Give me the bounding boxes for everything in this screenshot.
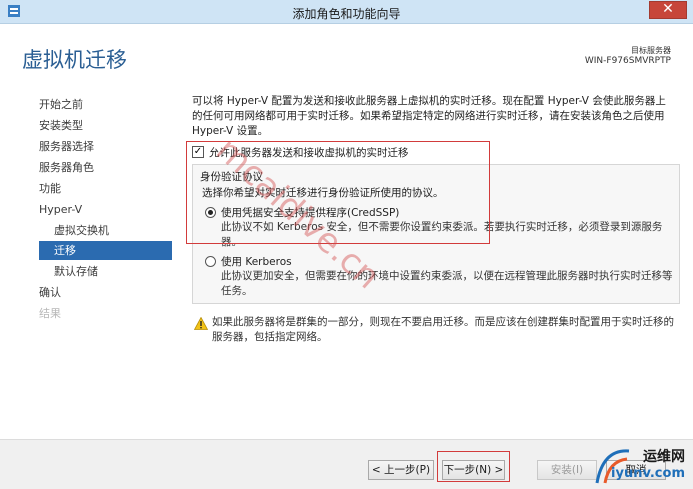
title-bar: 添加角色和功能向导 ✕: [0, 0, 693, 24]
radio-selected-dot: [208, 210, 213, 215]
page-header: 虚拟机迁移 目标服务器 WIN-F976SMVRPTP: [0, 24, 693, 86]
target-server-value: WIN-F976SMVRPTP: [584, 56, 671, 66]
nav-item-default-stores[interactable]: 默认存储: [54, 262, 98, 281]
page-title: 虚拟机迁移: [22, 48, 127, 72]
kerberos-desc: 此协议更加安全，但需要在你的环境中设置约束委派，以便在远程管理此服务器时执行实时…: [221, 270, 673, 297]
nav-item-virtual-switches[interactable]: 虚拟交换机: [54, 221, 109, 240]
wizard-nav: 开始之前 安装类型 服务器选择 服务器角色 功能 Hyper-V 虚拟交换机 迁…: [0, 86, 182, 439]
kerberos-radio[interactable]: [205, 256, 216, 267]
site-logo-top: 运维网: [643, 449, 685, 465]
next-button[interactable]: 下一步(N) >: [442, 460, 505, 480]
nav-item-installation-type[interactable]: 安装类型: [39, 116, 83, 135]
nav-item-hyper-v[interactable]: Hyper-V: [39, 200, 82, 219]
target-server-label: 目标服务器: [631, 46, 671, 55]
site-logo-bottom: iyunv.com: [611, 466, 685, 481]
window-title: 添加角色和功能向导: [292, 7, 401, 21]
nav-item-features[interactable]: 功能: [39, 179, 61, 198]
warning-icon: [194, 317, 208, 330]
allow-live-migration-checkbox[interactable]: ✓: [192, 146, 204, 158]
kerberos-label[interactable]: 使用 Kerberos: [221, 254, 292, 269]
install-button: 安装(I): [537, 460, 597, 480]
close-button[interactable]: ✕: [649, 1, 687, 19]
previous-button[interactable]: < 上一步(P): [368, 460, 434, 480]
main-content: 可以将 Hyper-V 配置为发送和接收此服务器上虚拟机的实时迁移。现在配置 H…: [182, 86, 693, 439]
cluster-warning-text: 如果此服务器将是群集的一部分，则现在不要启用迁移。而是应该在创建群集时配置用于实…: [212, 316, 674, 343]
intro-text: 可以将 Hyper-V 配置为发送和接收此服务器上虚拟机的实时迁移。现在配置 H…: [192, 95, 666, 137]
nav-item-server-selection[interactable]: 服务器选择: [39, 137, 94, 156]
nav-item-server-roles[interactable]: 服务器角色: [39, 158, 94, 177]
nav-item-migration[interactable]: 迁移: [39, 241, 172, 260]
nav-item-confirmation[interactable]: 确认: [39, 283, 61, 302]
nav-item-before-you-begin[interactable]: 开始之前: [39, 95, 83, 114]
nav-item-results: 结果: [39, 307, 61, 320]
credssp-radio[interactable]: [205, 207, 216, 218]
